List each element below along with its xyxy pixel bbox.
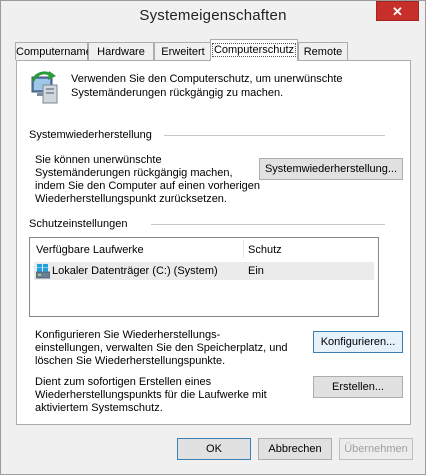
configure-desc-line-1: Konfigurieren Sie Wiederherstellungs- <box>35 329 221 341</box>
drive-name: Lokaler Datenträger (C:) (System) <box>52 265 218 277</box>
protection-group-heading: Schutzeinstellungen <box>29 218 128 230</box>
column-divider <box>243 240 244 258</box>
window-title: Systemeigenschaften <box>139 7 287 24</box>
drives-list[interactable]: Verfügbare Laufwerke Schutz Lokaler Date… <box>29 237 379 317</box>
restore-desc-line-2: Systemänderungen rückgängig machen, <box>35 167 233 179</box>
restore-desc-line-3: indem Sie den Computer auf einen vorheri… <box>35 180 261 192</box>
create-desc-line-1: Dient zum sofortigen Erstellen eines <box>35 376 212 388</box>
tab-computerschutz[interactable]: Computerschutz <box>210 39 298 61</box>
create-desc-line-3: aktiviertem Systemschutz. <box>35 402 163 414</box>
system-restore-button[interactable]: Systemwiederherstellung... <box>259 158 403 180</box>
drive-row[interactable]: Lokaler Datenträger (C:) (System) Ein <box>34 262 374 280</box>
create-desc-line-2: Wiederherstellungspunkts für die Laufwer… <box>35 389 267 401</box>
tab-erweitert[interactable]: Erweitert <box>154 42 212 60</box>
tab-computername[interactable]: Computername <box>15 42 92 60</box>
create-button[interactable]: Erstellen... <box>313 376 403 398</box>
configure-desc-line-3: löschen Sie Wiederherstellungspunkte. <box>35 355 226 367</box>
cancel-button[interactable]: Abbrechen <box>258 438 332 460</box>
restore-group-line <box>164 135 385 136</box>
tab-hardware[interactable]: Hardware <box>88 42 154 60</box>
tab-computerschutz-label: Computerschutz <box>211 43 297 57</box>
ok-button[interactable]: OK <box>177 438 251 460</box>
drives-list-header: Verfügbare Laufwerke Schutz <box>30 238 378 260</box>
column-header-drives[interactable]: Verfügbare Laufwerke <box>36 244 144 257</box>
intro-text-line-2: Systemänderungen rückgängig zu machen. <box>71 87 284 99</box>
restore-group-heading: Systemwiederherstellung <box>29 129 152 141</box>
configure-button[interactable]: Konfigurieren... <box>313 331 403 353</box>
tab-remote[interactable]: Remote <box>298 42 348 60</box>
restore-desc-line-1: Sie können unerwünschte <box>35 154 162 166</box>
computer-protection-icon <box>29 71 63 105</box>
drive-protection-status: Ein <box>248 265 264 277</box>
protection-group-line <box>151 224 385 225</box>
intro-text-line-1: Verwenden Sie den Computerschutz, um une… <box>71 73 343 85</box>
system-properties-window: Systemeigenschaften ✕ Computername Hardw… <box>0 0 426 475</box>
column-header-protection[interactable]: Schutz <box>248 244 282 257</box>
restore-desc-line-4: Wiederherstellungspunkt zurücksetzen. <box>35 193 227 205</box>
apply-button[interactable]: Übernehmen <box>339 438 413 460</box>
close-button[interactable]: ✕ <box>376 1 419 21</box>
drive-icon <box>35 263 51 279</box>
configure-desc-line-2: einstellungen, verwalten Sie den Speiche… <box>35 342 288 354</box>
title-bar[interactable]: Systemeigenschaften ✕ <box>1 1 425 31</box>
